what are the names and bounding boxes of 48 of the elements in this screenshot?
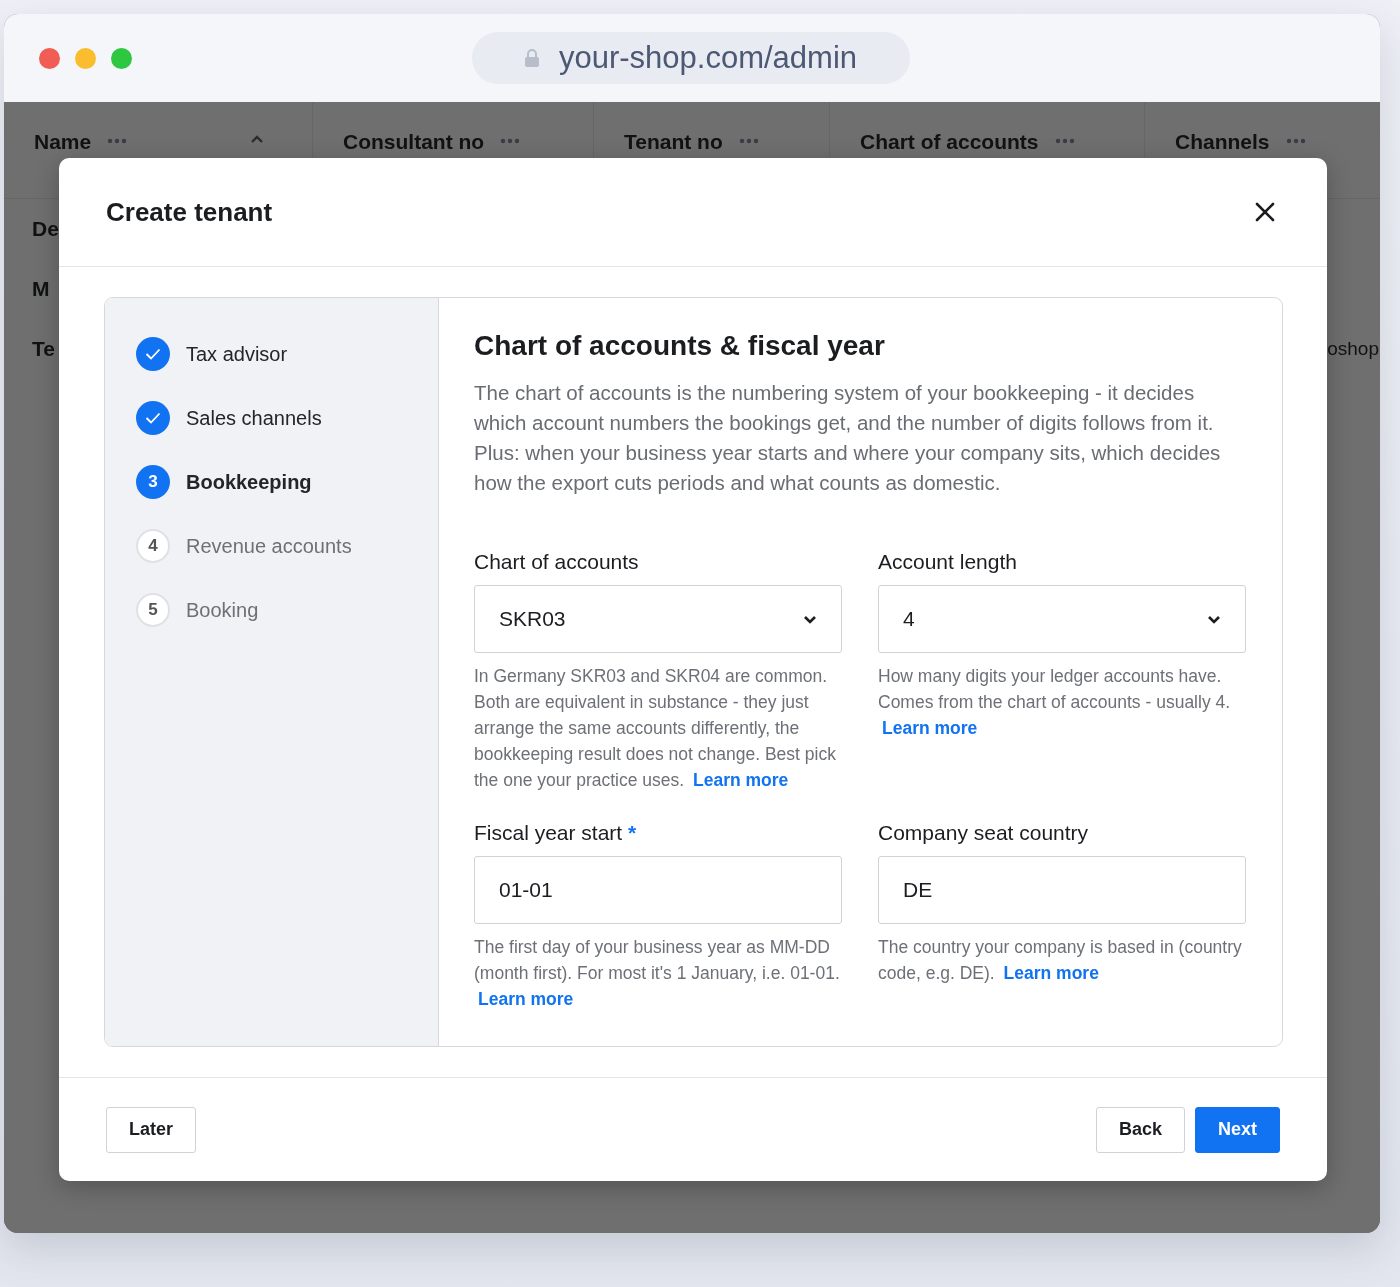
table-cell: De (32, 217, 59, 241)
step-label[interactable]: Tax advisor (186, 342, 288, 366)
learn-more-link[interactable]: Learn more (882, 718, 978, 738)
lock-icon (524, 49, 539, 67)
table-cell: oshop (1327, 338, 1379, 360)
chevron-down-icon (1207, 614, 1221, 624)
table-cell: Te (32, 337, 55, 361)
help-text: The first day of your business year as MM-DD (month first). For most it's 1 January, i.e. 01-01. Learn more (474, 936, 841, 1011)
address-bar[interactable]: your-shop.com/admin (472, 32, 910, 84)
footer-button[interactable]: Later (106, 1106, 196, 1153)
help-text: In Germany SKR03 and SKR04 are common. Both are equivalent in substance - they just arrange the same accounts differently, the bookkeeping result does not change. Best pick the one your practice uses. Learn more (474, 665, 837, 792)
help-text: How many digits your ledger accounts have. Comes from the chart of accounts - usually 4. Learn more (878, 665, 1232, 740)
field-label: Account length (878, 550, 1018, 574)
step-number: 5 (136, 593, 170, 627)
section-description: The chart of accounts is the numbering system of your bookkeeping - it decides which account numbers the bookings get, and the number of digits follows from it. Plus: when your business year starts and where your company sits, which decides how the export cuts periods and what counts as domestic. (474, 380, 1222, 496)
field-label: Fiscal year start * (474, 821, 638, 845)
footer-button[interactable]: Back (1095, 1106, 1185, 1153)
step-label[interactable]: Revenue accounts (186, 534, 352, 558)
maximize-window-button[interactable] (111, 47, 132, 69)
chevron-down-icon (803, 614, 817, 624)
step-label[interactable]: Bookkeeping (186, 470, 312, 494)
column-header[interactable]: Chart of accounts (860, 130, 1039, 154)
dialog-title: Create tenant (106, 196, 273, 228)
dropdown-field[interactable]: SKR03 (474, 585, 842, 653)
column-header[interactable]: Consultant no (343, 130, 485, 154)
url-text: your-shop.com/admin (558, 40, 858, 76)
table-cell: M (32, 277, 50, 301)
close-button[interactable] (1255, 202, 1275, 222)
learn-more-link[interactable]: Learn more (478, 989, 574, 1009)
input-field[interactable]: 01-01 (474, 856, 842, 924)
column-header[interactable]: Tenant no (624, 130, 723, 154)
help-text: The country your company is based in (country code, e.g. DE). Learn more (878, 936, 1243, 985)
field-label: Chart of accounts (474, 550, 640, 574)
next-button[interactable]: Next (1195, 1106, 1280, 1153)
step-label[interactable]: Sales channels (186, 406, 322, 430)
learn-more-link[interactable]: Learn more (1003, 963, 1099, 983)
minimize-window-button[interactable] (75, 47, 96, 69)
dropdown-field[interactable]: 4 (878, 585, 1246, 653)
step-number: 3 (136, 465, 170, 499)
step-label[interactable]: Booking (186, 598, 259, 622)
step-number: 4 (136, 529, 170, 563)
column-header[interactable]: Channels (1175, 130, 1270, 154)
column-header[interactable]: Name (34, 130, 92, 154)
field-label: Company seat country (878, 821, 1090, 845)
close-window-button[interactable] (39, 47, 60, 69)
learn-more-link[interactable]: Learn more (693, 770, 789, 790)
input-field[interactable]: DE (878, 856, 1246, 924)
section-heading: Chart of accounts & fiscal year (474, 330, 886, 362)
